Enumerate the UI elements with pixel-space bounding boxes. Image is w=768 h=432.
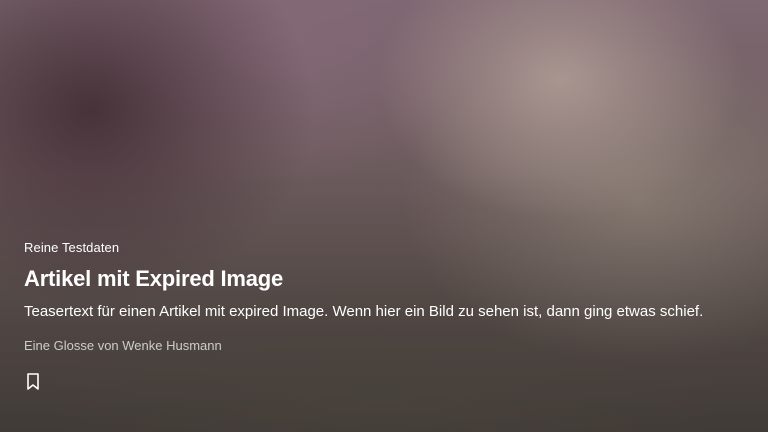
teaser-card[interactable]: Reine Testdaten Artikel mit Expired Imag… [24,240,744,397]
article-title[interactable]: Artikel mit Expired Image [24,266,744,292]
bookmark-icon[interactable] [24,372,42,392]
byline: Eine Glosse von Wenke Husmann [24,338,222,353]
teaser-text: Teasertext für einen Artikel mit expired… [24,303,704,320]
kicker: Reine Testdaten [24,240,120,255]
